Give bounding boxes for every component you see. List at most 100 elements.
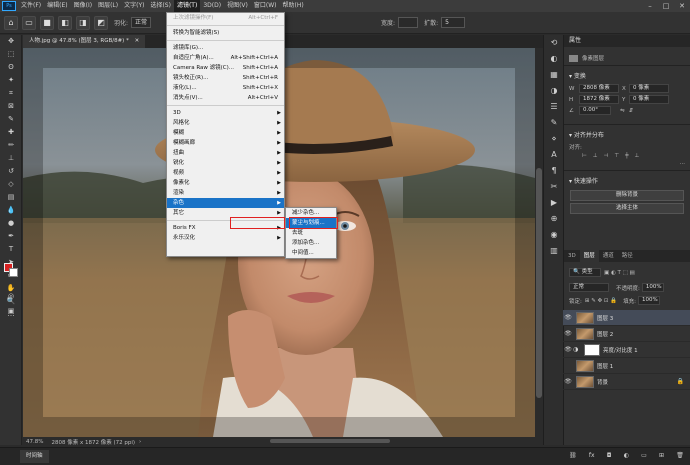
- clone-stamp-tool-icon[interactable]: ⊥: [0, 152, 22, 165]
- filter-menu-item[interactable]: 像素化 ▶: [167, 178, 284, 188]
- angle-input[interactable]: 0.00°: [579, 106, 611, 115]
- more-options-icon[interactable]: ···: [680, 161, 685, 167]
- flip-vertical-icon[interactable]: ⇵: [629, 108, 634, 114]
- lasso-tool-icon[interactable]: ʘ: [0, 61, 22, 74]
- visibility-eye-icon[interactable]: 👁: [563, 330, 573, 337]
- align-left-icon[interactable]: ⊢: [582, 153, 587, 159]
- paragraph-icon[interactable]: ¶: [544, 163, 564, 179]
- h-input[interactable]: 1872 像素: [579, 95, 619, 104]
- menu-item[interactable]: 窗口(W): [251, 0, 280, 12]
- gradient-tool-icon[interactable]: ▤: [0, 191, 22, 204]
- brushes-icon[interactable]: ✎: [544, 115, 564, 131]
- remove-background-button[interactable]: 删除背景: [570, 190, 684, 201]
- tab-layers[interactable]: 图层: [579, 250, 599, 262]
- move-tool-icon[interactable]: ✥: [0, 35, 22, 48]
- history-icon[interactable]: ⟲: [544, 35, 564, 51]
- swatches-icon[interactable]: ▦: [544, 67, 564, 83]
- delete-layer-icon[interactable]: 🗑: [676, 452, 684, 462]
- brush-tool-icon[interactable]: ✏: [0, 139, 22, 152]
- align-top-icon[interactable]: ⊤: [614, 153, 619, 159]
- pen-tool-icon[interactable]: ✒: [0, 230, 22, 243]
- horizontal-scrollbar-thumb[interactable]: [270, 439, 390, 443]
- y-input[interactable]: 0 像素: [629, 95, 669, 104]
- new-selection-icon[interactable]: ■: [40, 15, 54, 30]
- tab-paths[interactable]: 路径: [618, 250, 637, 262]
- quick-mask-icon[interactable]: ◎: [0, 290, 22, 303]
- subtract-selection-icon[interactable]: ◨: [76, 15, 90, 30]
- minimize-icon[interactable]: –: [642, 0, 658, 12]
- history-brush-tool-icon[interactable]: ↺: [0, 165, 22, 178]
- align-header[interactable]: ▾ 对齐并分布: [564, 127, 690, 142]
- magic-wand-tool-icon[interactable]: ✦: [0, 74, 22, 87]
- align-right-icon[interactable]: ⊣: [604, 153, 609, 159]
- tab-3d[interactable]: 3D: [564, 250, 580, 262]
- filter-menu-item[interactable]: 转换为智能滤镜(S): [167, 28, 284, 38]
- filter-menu-item[interactable]: 杂色 ▶: [167, 198, 284, 208]
- menu-item[interactable]: 3D(D): [200, 0, 224, 12]
- layer-row[interactable]: 👁 图层 3: [563, 310, 690, 326]
- mode-select[interactable]: 正常: [131, 17, 152, 28]
- spread-input[interactable]: 5: [441, 17, 466, 28]
- layer-row[interactable]: 👁 图层 2: [563, 326, 690, 342]
- menu-item[interactable]: 编辑(E): [44, 0, 70, 12]
- menu-item[interactable]: 帮助(H): [280, 0, 307, 12]
- adjustments-icon[interactable]: ◑: [544, 83, 564, 99]
- properties-icon[interactable]: ⊕: [544, 211, 564, 227]
- filter-menu-item[interactable]: 扭曲 ▶: [167, 148, 284, 158]
- align-middle-icon[interactable]: ╪: [625, 153, 628, 159]
- filter-menu-item[interactable]: 上次滤镜操作(F) Alt+Ctrl+F: [167, 13, 284, 23]
- align-bottom-icon[interactable]: ⊥: [635, 153, 640, 159]
- layer-row[interactable]: 图层 1: [563, 358, 690, 374]
- new-layer-icon[interactable]: ⊞: [659, 452, 664, 462]
- menu-item[interactable]: 选择(S): [147, 0, 174, 12]
- noise-submenu-item[interactable]: 中间值...: [286, 248, 336, 258]
- filter-menu-item[interactable]: 模糊画廊 ▶: [167, 138, 284, 148]
- actions-icon[interactable]: ▶: [544, 195, 564, 211]
- filter-menu-item[interactable]: 风格化 ▶: [167, 118, 284, 128]
- adjustment-icon[interactable]: ◐: [624, 452, 629, 462]
- filter-menu-item[interactable]: 视频 ▶: [167, 168, 284, 178]
- eraser-tool-icon[interactable]: ◇: [0, 178, 22, 191]
- menu-item[interactable]: 滤镜(T): [173, 0, 201, 12]
- screen-mode-icon[interactable]: ▣: [0, 305, 22, 318]
- filter-menu-item[interactable]: 3D ▶: [167, 108, 284, 118]
- intersect-selection-icon[interactable]: ◩: [94, 15, 108, 30]
- filter-menu-item[interactable]: 滤镜库(G)...: [167, 43, 284, 53]
- frame-tool-icon[interactable]: ⊠: [0, 100, 22, 113]
- link-layers-icon[interactable]: ⛓: [569, 452, 577, 462]
- document-tab[interactable]: 人物.jpg @ 47.8% (图层 3, RGB/8#) * ✕: [23, 35, 146, 48]
- filter-menu-item[interactable]: 永乐汉化 ▶: [167, 233, 284, 243]
- blur-tool-icon[interactable]: 💧: [0, 204, 22, 217]
- align-center-icon[interactable]: ⊥: [593, 153, 598, 159]
- eyedropper-tool-icon[interactable]: ✎: [0, 113, 22, 126]
- tab-channels[interactable]: 通道: [599, 250, 618, 262]
- select-subject-button[interactable]: 选择主体: [570, 203, 684, 214]
- add-selection-icon[interactable]: ◧: [58, 15, 72, 30]
- menu-item[interactable]: 文件(F): [18, 0, 44, 12]
- layer-row[interactable]: 👁 ◑ 亮度/对比度 1: [563, 342, 690, 358]
- filter-menu-item[interactable]: Camera Raw 滤镜(C)... Shift+Ctrl+A: [167, 63, 284, 73]
- filter-menu-item[interactable]: 液化(L)... Shift+Ctrl+X: [167, 83, 284, 93]
- color-icon[interactable]: ◐: [544, 51, 564, 67]
- menu-item[interactable]: 图层(L): [95, 0, 121, 12]
- visibility-eye-icon[interactable]: 👁: [563, 378, 573, 385]
- timeline-icon[interactable]: ▥: [544, 243, 564, 259]
- filter-menu-item[interactable]: 模糊 ▶: [167, 128, 284, 138]
- w-input[interactable]: 2808 像素: [579, 84, 619, 93]
- character-icon[interactable]: A: [544, 147, 564, 163]
- tool-preset-icon[interactable]: ▭: [22, 15, 36, 30]
- home-icon[interactable]: ⌂: [4, 15, 18, 30]
- menu-item[interactable]: 文字(Y): [121, 0, 147, 12]
- filter-menu-item[interactable]: 镜头校正(R)... Shift+Ctrl+R: [167, 73, 284, 83]
- marquee-tool-icon[interactable]: ⬚: [0, 48, 22, 61]
- vertical-scrollbar-thumb[interactable]: [536, 168, 542, 398]
- timeline-tab[interactable]: 时间轴: [20, 450, 49, 463]
- fill-input[interactable]: 100%: [638, 296, 660, 305]
- close-tab-icon[interactable]: ✕: [135, 38, 140, 44]
- close-icon[interactable]: ✕: [674, 0, 690, 12]
- width-input[interactable]: [398, 17, 419, 28]
- filter-menu-item[interactable]: 消失点(V)... Alt+Ctrl+V: [167, 93, 284, 103]
- group-icon[interactable]: ▭: [641, 452, 647, 462]
- opacity-input[interactable]: 100%: [641, 283, 664, 292]
- visibility-eye-icon[interactable]: 👁: [563, 314, 573, 321]
